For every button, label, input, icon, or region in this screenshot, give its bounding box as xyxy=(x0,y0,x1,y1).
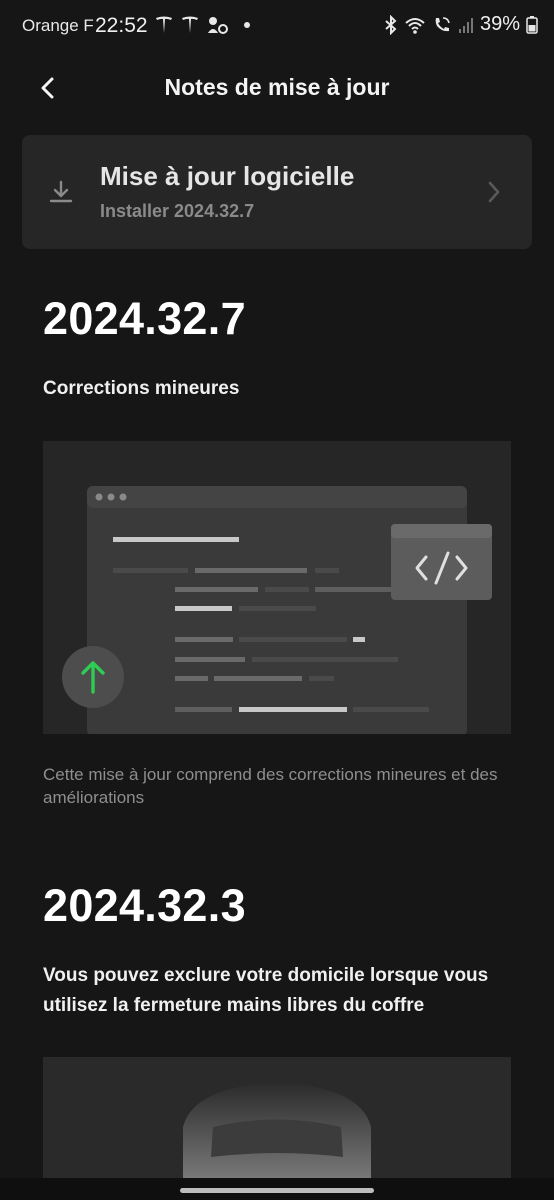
download-icon xyxy=(48,179,74,210)
page-title: Notes de mise à jour xyxy=(164,74,390,100)
wifi-icon xyxy=(405,17,425,34)
release-title: Corrections mineures xyxy=(43,378,240,399)
battery-percent: 39% xyxy=(479,13,520,35)
software-update-card[interactable]: Mise à jour logicielle Installer 2024.32… xyxy=(22,135,532,249)
tesla-icon xyxy=(156,16,172,33)
navigation-bar xyxy=(0,1178,554,1200)
release-illustration xyxy=(43,441,511,734)
notification-icons xyxy=(154,15,250,35)
release-version: 2024.32.3 xyxy=(43,880,246,931)
chevron-right-icon xyxy=(486,179,502,210)
notification-icon xyxy=(208,17,228,34)
more-notifications-dot xyxy=(244,22,250,28)
signal-icon xyxy=(458,17,473,33)
update-card-subtitle: Installer 2024.32.7 xyxy=(100,201,255,221)
clock: 22:52 xyxy=(95,14,148,37)
release-title: Vous pouvez exclure votre domicile lorsq… xyxy=(43,965,489,1016)
wifi-call-icon xyxy=(435,16,450,31)
battery-icon xyxy=(526,15,538,34)
release-version: 2024.32.7 xyxy=(43,293,246,344)
home-indicator[interactable] xyxy=(180,1188,374,1193)
system-icons: 39% xyxy=(384,13,538,36)
update-card-title: Mise à jour logicielle xyxy=(100,161,355,191)
release-description: Cette mise à jour comprend des correctio… xyxy=(43,765,498,807)
bluetooth-icon xyxy=(385,14,397,35)
tesla-icon xyxy=(182,16,198,33)
status-bar: Orange F 22:52 39% xyxy=(0,0,554,54)
header: Notes de mise à jour xyxy=(0,62,554,112)
screen: Orange F 22:52 39% Notes de mise à jour … xyxy=(0,0,554,1200)
carrier-label: Orange F xyxy=(22,16,94,35)
